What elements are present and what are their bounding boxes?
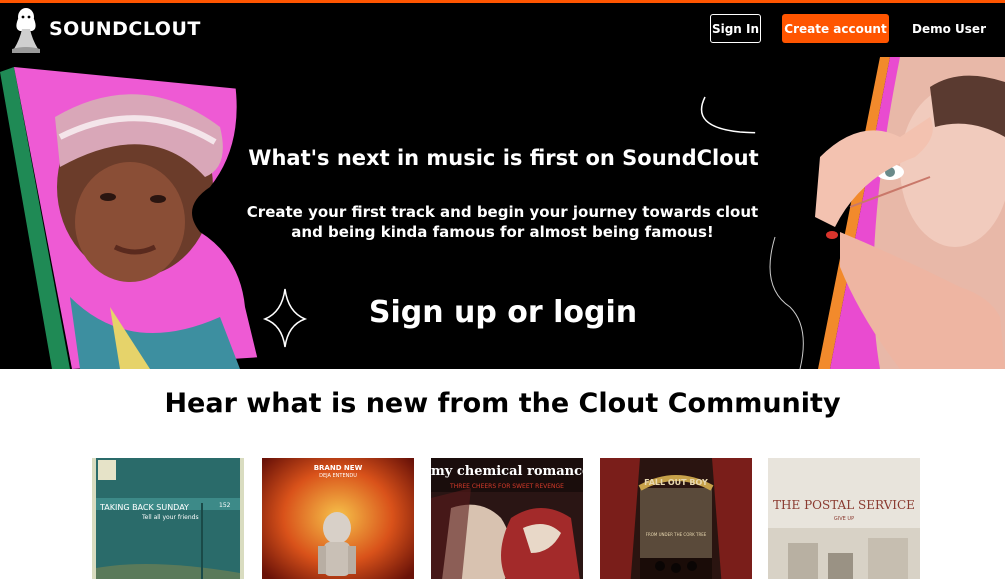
- album-art-4: [600, 458, 752, 579]
- album-5-artist: THE POSTAL SERVICE: [773, 498, 915, 512]
- album-1-artist: TAKING BACK SUNDAY: [100, 503, 189, 512]
- hero-subtitle: Create your first track and begin your j…: [0, 202, 1005, 242]
- album-4-artist: FALL OUT BOY: [644, 478, 708, 487]
- hero-banner: What's next in music is first on SoundCl…: [0, 57, 1005, 369]
- create-account-button[interactable]: Create account: [782, 14, 889, 43]
- top-navigation-bar: SOUNDCLOUT Sign In Create account Demo U…: [0, 0, 1005, 57]
- album-cover-row: TAKING BACK SUNDAY Tell all your friends…: [92, 458, 922, 579]
- album-cover-brand-new[interactable]: BRAND NEW DEJA ENTENDU: [262, 458, 414, 579]
- album-cover-fall-out-boy[interactable]: FALL OUT BOY FROM UNDER THE CORK TREE: [600, 458, 752, 579]
- album-5-subtitle: GIVE UP: [833, 516, 855, 522]
- album-1-subtitle: Tell all your friends: [142, 514, 199, 521]
- album-2-subtitle: DEJA ENTENDU: [319, 473, 357, 479]
- community-section-title: Hear what is new from the Clout Communit…: [164, 388, 841, 419]
- album-3-artist: my chemical romance.: [431, 464, 583, 479]
- album-cover-the-postal-service[interactable]: THE POSTAL SERVICE GIVE UP: [768, 458, 920, 579]
- soundclout-logo-icon[interactable]: [8, 5, 44, 55]
- hero-title-text: What's next in music is first on SoundCl…: [248, 146, 759, 170]
- hero-subtitle-line1: Create your first track and begin your j…: [246, 203, 759, 221]
- album-3-subtitle: THREE CHEERS FOR SWEET REVENGE: [450, 483, 564, 490]
- album-cover-taking-back-sunday[interactable]: TAKING BACK SUNDAY Tell all your friends…: [92, 458, 244, 579]
- brand-name[interactable]: SOUNDCLOUT: [49, 18, 201, 40]
- album-cover-my-chemical-romance[interactable]: my chemical romance. THREE CHEERS FOR SW…: [431, 458, 583, 579]
- album-1-badge: 152: [219, 502, 231, 509]
- sign-in-button[interactable]: Sign In: [710, 14, 761, 43]
- demo-user-button[interactable]: Demo User: [905, 14, 993, 43]
- album-2-artist: BRAND NEW: [313, 464, 363, 472]
- hero-subtitle-line2: and being kinda famous for almost being …: [291, 223, 714, 241]
- album-4-subtitle: FROM UNDER THE CORK TREE: [645, 532, 707, 537]
- sign-up-or-login-button[interactable]: Sign up or login: [353, 287, 653, 337]
- hero-title: What's next in music is first on SoundCl…: [0, 146, 1005, 170]
